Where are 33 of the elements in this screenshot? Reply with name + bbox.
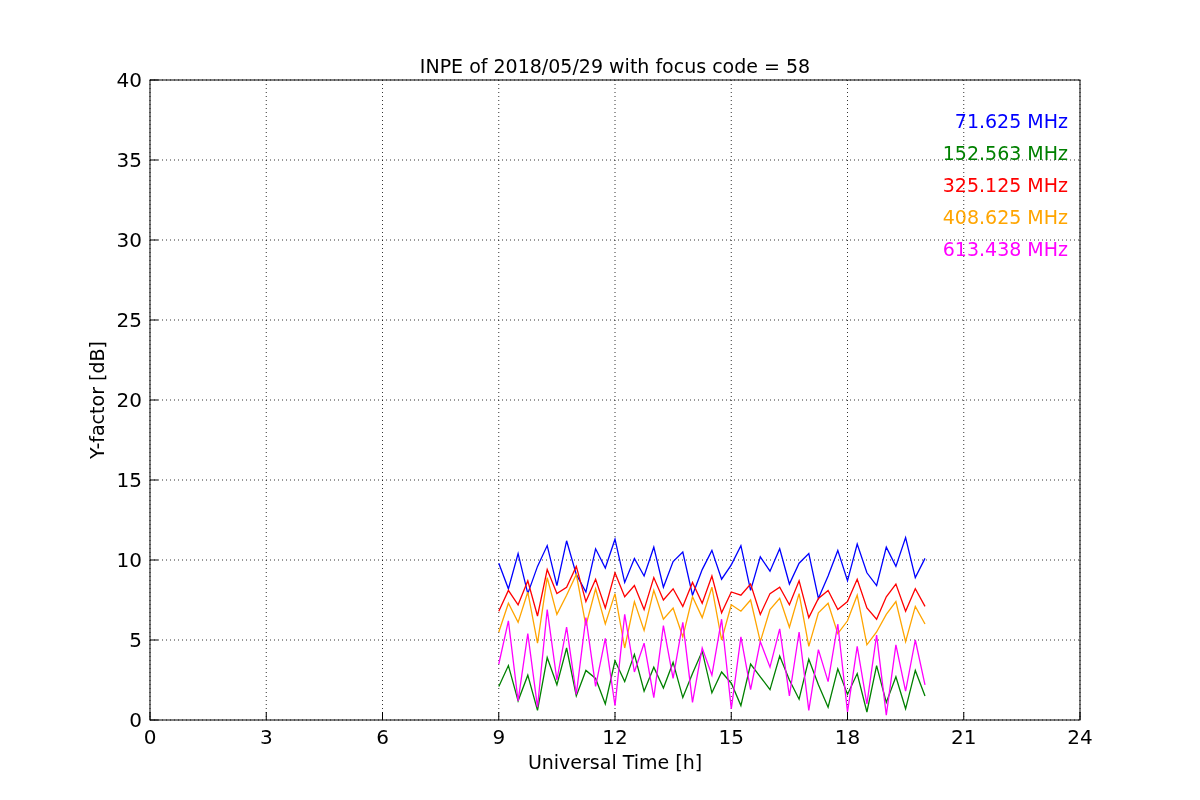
x-axis-label: Universal Time [h] [527,751,703,773]
legend-label: 325.125 MHz [942,174,1068,196]
y-tick-label: 35 [116,148,142,172]
x-tick-mark [382,711,383,721]
y-tick-label: 0 [129,708,142,732]
x-tick-mark [847,711,848,721]
y-tick-label: 15 [116,468,142,492]
x-tick-label: 3 [259,725,273,749]
y-tick-label: 10 [116,548,142,572]
x-tick-label: 24 [1067,725,1093,749]
x-tick-mark [730,711,732,721]
y-tick-label: 5 [129,628,142,652]
x-tick-label: 0 [143,725,157,749]
x-tick-mark [265,711,267,721]
x-tick-mark [963,711,965,721]
y-tick-label: 25 [116,308,142,332]
x-tick-mark [614,711,616,721]
y-tick-label: 20 [116,388,142,412]
x-tick-label: 21 [951,725,977,749]
x-tick-label: 18 [834,725,861,749]
y-tick-label: 40 [116,68,142,92]
x-tick-label: 12 [602,725,628,749]
legend-label: 152.563 MHz [942,142,1068,164]
legend-label: 408.625 MHz [942,206,1068,228]
y-tick-label: 30 [116,228,142,252]
x-tick-label: 15 [718,725,744,749]
legend-label: 71.625 MHz [954,110,1068,132]
chart-title: INPE of 2018/05/29 with focus code = 58 [419,55,811,77]
legend-label: 613.438 MHz [942,238,1068,260]
y-axis-label: Y-factor [dB] [86,341,108,459]
x-tick-label: 6 [376,725,389,749]
x-tick-mark [498,711,500,721]
x-tick-label: 9 [492,725,506,749]
